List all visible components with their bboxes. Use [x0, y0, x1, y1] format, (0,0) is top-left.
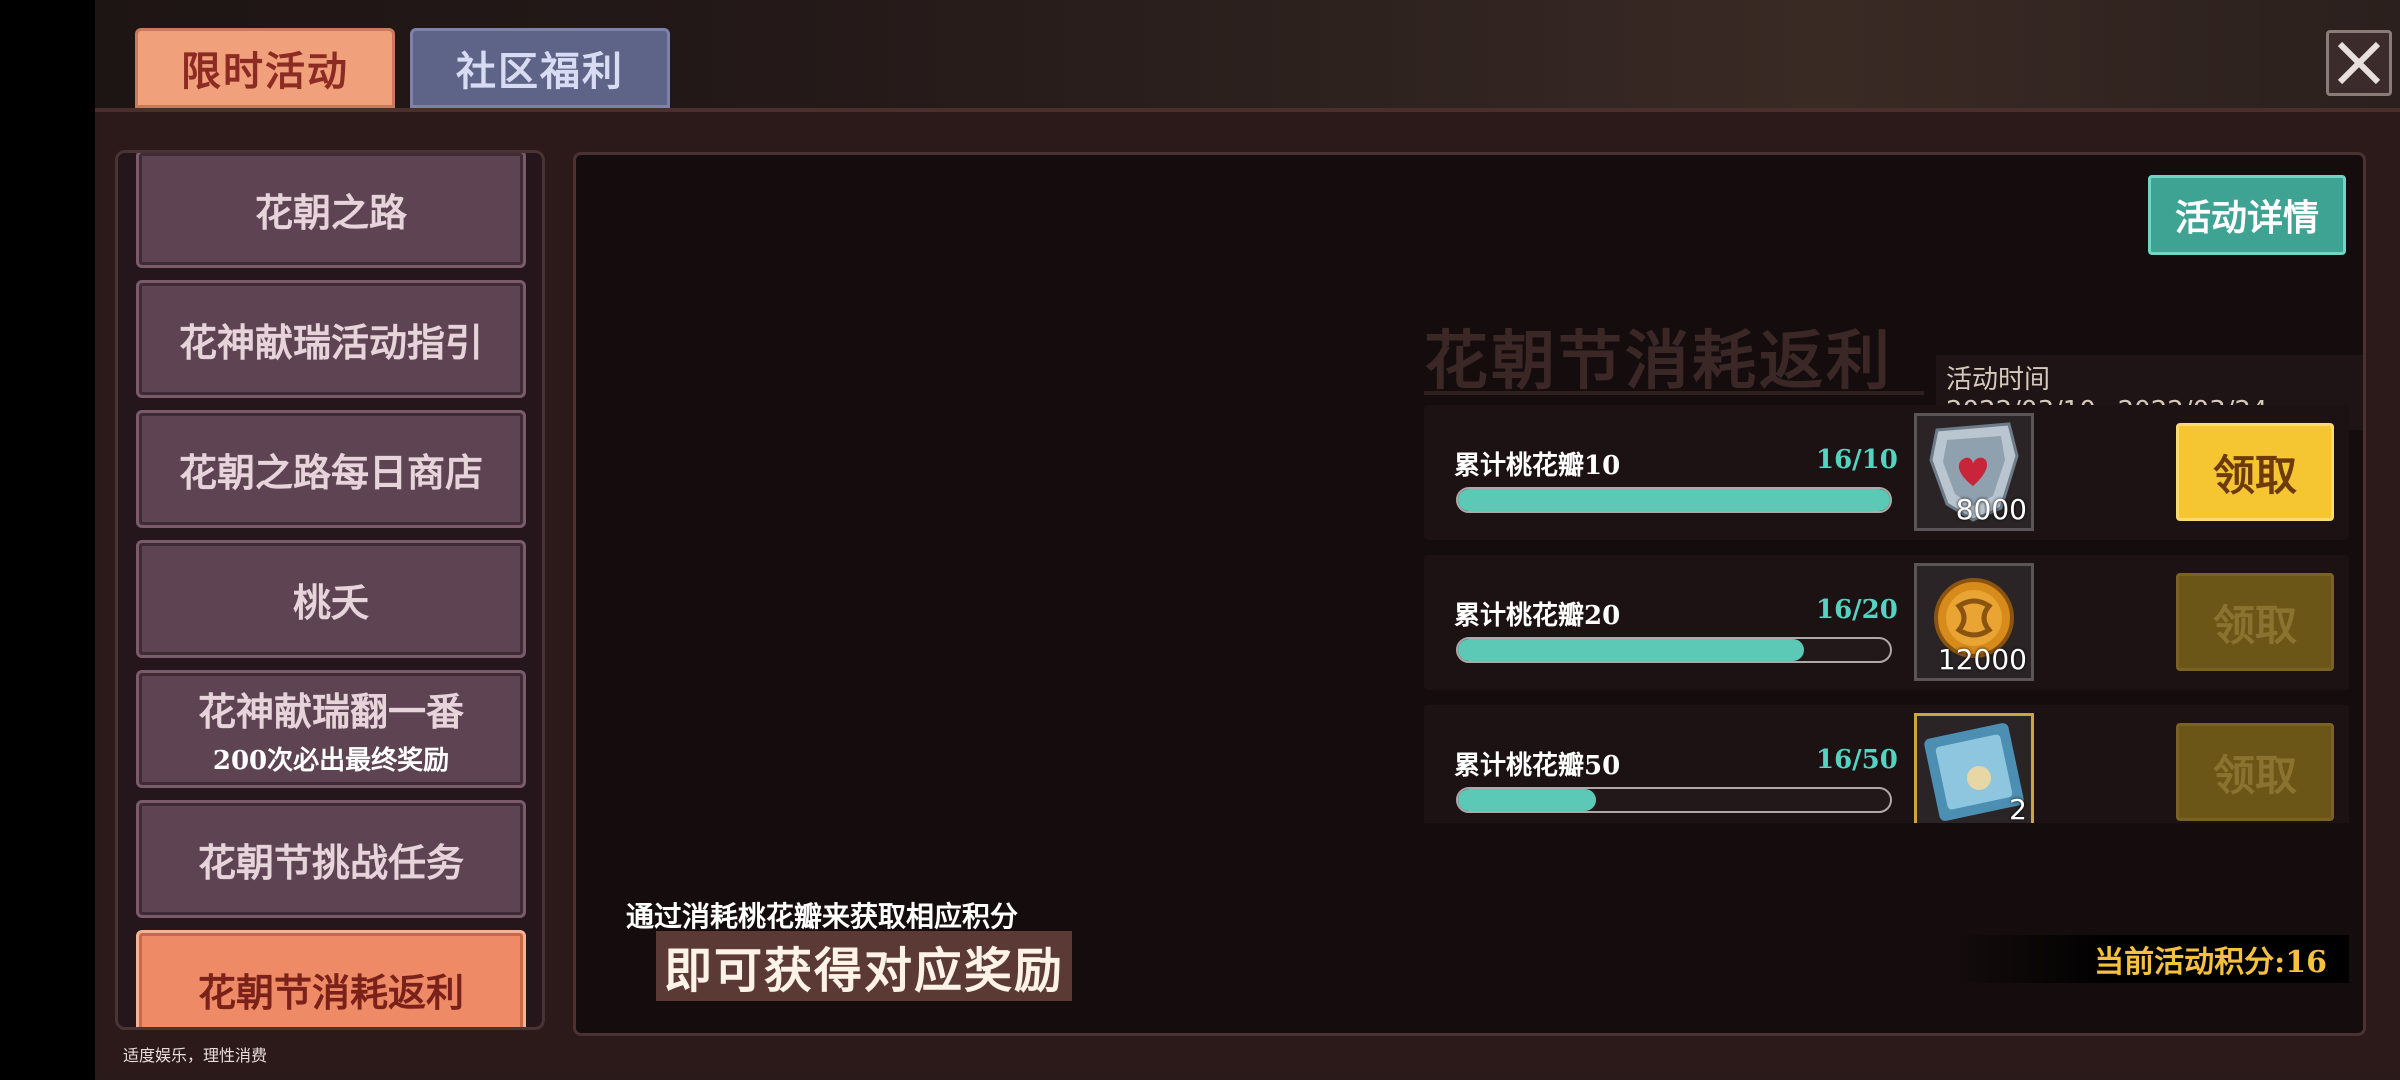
event-detail-button[interactable]: 活动详情: [2148, 175, 2346, 255]
reward-requirement: 累计桃花瓣50: [1454, 751, 1621, 781]
reward-quantity: 2: [2009, 793, 2027, 823]
sidebar-item-label: 花朝之路每日商店: [178, 449, 483, 495]
main-panel: 花朝之路 花神献瑞活动指引 花朝之路每日商店 桃夭 花神献瑞翻一番 200次必出…: [95, 112, 2400, 1072]
reward-requirement: 累计桃花瓣10: [1454, 451, 1621, 481]
reward-requirement: 累计桃花瓣20: [1454, 601, 1621, 631]
claim-button[interactable]: 领取: [2176, 423, 2334, 521]
event-content-panel: 活动详情 花朝节消耗返利 活动时间2022/03/10~2022/03/24 累…: [573, 152, 2366, 1036]
sidebar-item-flip-double[interactable]: 花神献瑞翻一番 200次必出最终奖励: [136, 670, 526, 788]
sidebar-item-label: 花朝之路: [254, 189, 407, 235]
sidebar-item-label: 花朝节消耗返利: [197, 969, 464, 1015]
game-screen: 限时活动 社区福利 花朝之路 花神献瑞活动指引 花朝之路每日商店 桃夭 花神献瑞…: [95, 0, 2400, 1080]
reward-item[interactable]: 12000: [1914, 563, 2034, 681]
progress-bar: [1456, 787, 1892, 813]
event-description-highlight: 即可获得对应奖励: [656, 931, 1073, 1001]
claim-button[interactable]: 领取: [2176, 573, 2334, 671]
reward-item[interactable]: 2: [1914, 713, 2034, 823]
progress-bar: [1456, 487, 1892, 513]
event-title: 花朝节消耗返利: [1424, 324, 1893, 399]
close-icon: [2337, 41, 2381, 85]
progress-fill: [1458, 789, 1597, 811]
claim-button[interactable]: 领取: [2176, 723, 2334, 821]
sidebar-item-taoyao[interactable]: 桃夭: [136, 540, 526, 658]
responsible-gaming-note: 适度娱乐，理性消费: [123, 1046, 268, 1065]
reward-quantity: 12000: [1937, 643, 2027, 676]
reward-progress-text: 16/10: [1816, 445, 1898, 475]
event-description: 通过消耗桃花瓣来获取相应积分: [626, 900, 1019, 933]
sidebar-item-label: 花神献瑞活动指引: [178, 319, 483, 365]
sidebar-item-consume-rebate[interactable]: 花朝节消耗返利: [136, 930, 526, 1027]
sidebar-item-label: 花神献瑞翻一番: [197, 689, 464, 734]
top-bar: 限时活动 社区福利: [95, 0, 2400, 112]
current-points: 当前活动积分:16: [1956, 935, 2349, 983]
sidebar-item-huachao-road[interactable]: 花朝之路: [136, 153, 526, 268]
reward-item[interactable]: 8000: [1914, 413, 2034, 531]
progress-bar: [1456, 637, 1892, 663]
title-divider: [1424, 391, 1924, 395]
progress-fill: [1458, 489, 1890, 511]
reward-quantity: 8000: [1955, 493, 2027, 526]
close-button[interactable]: [2326, 30, 2392, 96]
tab-community-welfare[interactable]: 社区福利: [410, 28, 670, 108]
sidebar-item-daily-shop[interactable]: 花朝之路每日商店: [136, 410, 526, 528]
sidebar-item-label: 花朝节挑战任务: [197, 839, 464, 885]
sidebar-item-guide[interactable]: 花神献瑞活动指引: [136, 280, 526, 398]
reward-row: 累计桃花瓣50 16/50 2 领取: [1424, 705, 2349, 823]
sidebar-item-challenge[interactable]: 花朝节挑战任务: [136, 800, 526, 918]
reward-row: 累计桃花瓣20 16/20 12000 领取: [1424, 555, 2349, 690]
progress-fill: [1458, 639, 1804, 661]
tab-limited-event[interactable]: 限时活动: [135, 28, 395, 108]
reward-progress-text: 16/50: [1816, 745, 1898, 775]
sidebar-item-sublabel: 200次必出最终奖励: [212, 746, 450, 776]
reward-progress-text: 16/20: [1816, 595, 1898, 625]
event-sidebar[interactable]: 花朝之路 花神献瑞活动指引 花朝之路每日商店 桃夭 花神献瑞翻一番 200次必出…: [115, 150, 545, 1030]
sidebar-item-label: 桃夭: [292, 579, 369, 625]
reward-row: 累计桃花瓣10 16/10 8000 领取: [1424, 405, 2349, 540]
reward-list[interactable]: 累计桃花瓣10 16/10 8000 领取 累计桃花瓣20 16/20 1200…: [1424, 405, 2349, 823]
